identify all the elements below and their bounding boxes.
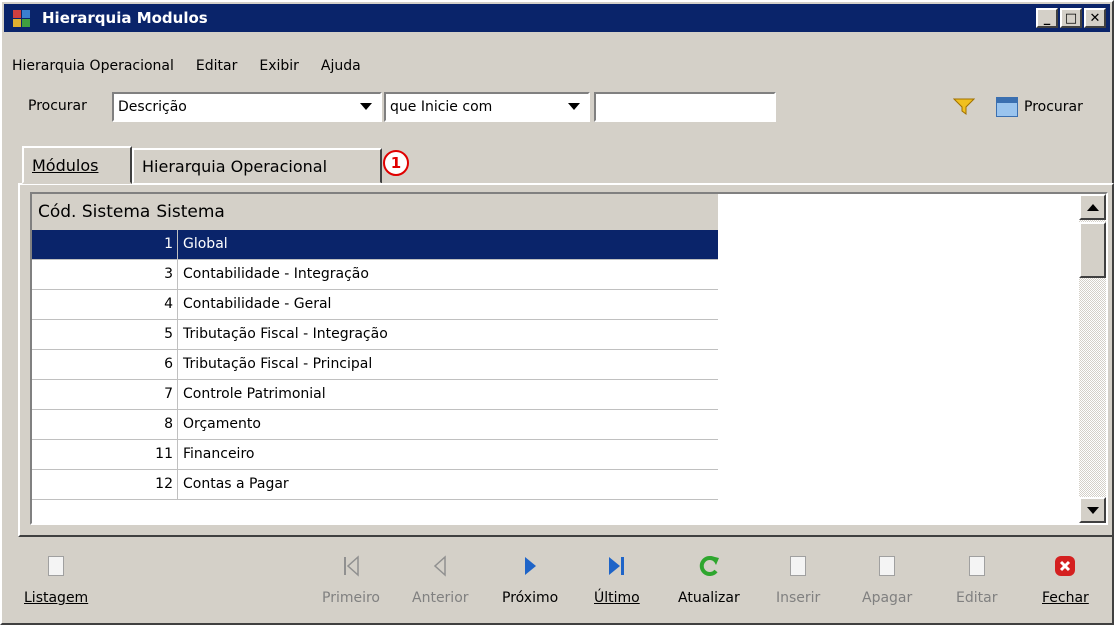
table-row[interactable]: 8 Orçamento xyxy=(32,410,718,440)
ultimo-button[interactable]: Último xyxy=(594,554,640,606)
cell-sistema: Contabilidade - Integração xyxy=(183,266,369,282)
window-title: Hierarquia Modulos xyxy=(42,9,208,27)
last-record-icon xyxy=(608,557,624,575)
scroll-thumb[interactable] xyxy=(1079,222,1106,278)
menu-hierarquia-operacional[interactable]: Hierarquia Operacional xyxy=(10,58,176,74)
apagar-label: Apagar xyxy=(862,590,913,606)
menu-exibir[interactable]: Exibir xyxy=(257,58,301,74)
atualizar-label: Atualizar xyxy=(678,590,740,606)
primeiro-button[interactable]: Primeiro xyxy=(322,554,380,606)
apagar-button[interactable]: Apagar xyxy=(862,554,912,606)
cell-codigo: 7 xyxy=(32,380,178,409)
close-icon xyxy=(1055,556,1076,576)
fechar-button[interactable]: Fechar xyxy=(1042,554,1089,606)
anterior-label: Anterior xyxy=(412,590,469,606)
tab-panel: Cód. Sistema Sistema 1 Global 3 Contabilida… xyxy=(18,183,1114,537)
menu-bar: Hierarquia Operacional Editar Exibir Aju… xyxy=(10,58,363,74)
title-bar[interactable]: Hierarquia Modulos _ □ ✕ xyxy=(4,4,1110,32)
document-icon xyxy=(48,556,65,576)
chevron-down-icon xyxy=(568,103,580,110)
search-window-icon xyxy=(996,97,1018,117)
search-field-value: Descrição xyxy=(118,99,187,115)
cell-codigo: 11 xyxy=(32,440,178,469)
table-row[interactable]: 1 Global xyxy=(32,230,718,260)
table-row[interactable]: 6 Tributação Fiscal - Principal xyxy=(32,350,718,380)
cell-sistema: Controle Patrimonial xyxy=(183,386,326,402)
table-row[interactable]: 7 Controle Patrimonial xyxy=(32,380,718,410)
annotation-badge: 1 xyxy=(383,150,409,176)
refresh-icon xyxy=(699,556,719,576)
cell-codigo: 4 xyxy=(32,290,178,319)
anterior-button[interactable]: Anterior xyxy=(412,554,469,606)
cell-sistema: Global xyxy=(183,236,228,252)
vertical-scrollbar[interactable] xyxy=(1079,194,1106,523)
grid-header: Cód. Sistema Sistema xyxy=(32,194,718,230)
listagem-button[interactable]: Listagem xyxy=(24,554,88,606)
table-row[interactable]: 12 Contas a Pagar xyxy=(32,470,718,500)
inserir-button[interactable]: Inserir xyxy=(776,554,820,606)
cell-codigo: 8 xyxy=(32,410,178,439)
editar-button[interactable]: Editar xyxy=(956,554,997,606)
search-condition-select[interactable]: que Inicie com xyxy=(384,92,590,122)
delete-document-icon xyxy=(879,556,896,576)
scroll-down-button[interactable] xyxy=(1079,497,1106,523)
cell-sistema: Tributação Fiscal - Principal xyxy=(183,356,373,372)
column-header-codigo[interactable]: Cód. Sistema xyxy=(32,202,150,222)
insert-document-icon xyxy=(790,556,807,576)
table-row[interactable]: 11 Financeiro xyxy=(32,440,718,470)
app-window: Hierarquia Modulos _ □ ✕ Hierarquia Oper… xyxy=(0,0,1114,625)
arrow-up-icon xyxy=(1086,203,1099,211)
ultimo-label: Último xyxy=(594,590,640,606)
search-button[interactable]: Procurar xyxy=(996,92,1083,122)
cell-sistema: Tributação Fiscal - Integração xyxy=(183,326,388,342)
cell-codigo: 12 xyxy=(32,470,178,499)
search-field-select[interactable]: Descrição xyxy=(112,92,382,122)
cell-sistema: Financeiro xyxy=(183,446,255,462)
inserir-label: Inserir xyxy=(776,590,821,606)
proximo-label: Próximo xyxy=(502,590,559,606)
minimize-button[interactable]: _ xyxy=(1036,8,1058,28)
proximo-button[interactable]: Próximo xyxy=(502,554,558,606)
tab-hierarquia-label: Hierarquia Operacional xyxy=(142,156,328,176)
cell-codigo: 5 xyxy=(32,320,178,349)
search-bar: Procurar Descrição que Inicie com Procur… xyxy=(28,92,1114,122)
search-condition-value: que Inicie com xyxy=(390,99,493,115)
table-row[interactable]: 5 Tributação Fiscal - Integração xyxy=(32,320,718,350)
listagem-label: Listagem xyxy=(24,590,89,606)
filter-icon[interactable] xyxy=(953,98,975,116)
tab-hierarquia-operacional[interactable]: Hierarquia Operacional xyxy=(132,148,382,184)
close-window-button[interactable]: ✕ xyxy=(1084,8,1106,28)
atualizar-button[interactable]: Atualizar xyxy=(678,554,740,606)
cell-sistema: Contas a Pagar xyxy=(183,476,289,492)
menu-editar[interactable]: Editar xyxy=(194,58,239,74)
chevron-down-icon xyxy=(360,103,372,110)
cell-codigo: 6 xyxy=(32,350,178,379)
first-record-icon xyxy=(344,555,359,577)
menu-ajuda[interactable]: Ajuda xyxy=(319,58,363,74)
table-row[interactable]: 4 Contabilidade - Geral xyxy=(32,290,718,320)
cell-sistema: Contabilidade - Geral xyxy=(183,296,332,312)
search-button-label: Procurar xyxy=(1024,99,1083,115)
next-record-icon xyxy=(525,557,537,575)
tab-modulos[interactable]: Módulos xyxy=(22,146,132,184)
column-header-sistema[interactable]: Sistema xyxy=(150,202,224,222)
arrow-down-icon xyxy=(1086,506,1099,514)
maximize-button[interactable]: □ xyxy=(1060,8,1082,28)
edit-document-icon xyxy=(968,556,985,576)
cell-codigo: 1 xyxy=(32,230,178,259)
previous-record-icon xyxy=(434,555,447,577)
modules-grid[interactable]: Cód. Sistema Sistema 1 Global 3 Contabilida… xyxy=(30,192,1108,525)
editar-label: Editar xyxy=(956,590,998,606)
search-label: Procurar xyxy=(28,98,87,114)
scroll-up-button[interactable] xyxy=(1079,194,1106,220)
bottom-toolbar: Listagem Primeiro Anterior Próximo Últim… xyxy=(2,554,1112,620)
primeiro-label: Primeiro xyxy=(322,590,380,606)
fechar-label: Fechar xyxy=(1042,590,1089,606)
cell-sistema: Orçamento xyxy=(183,416,261,432)
app-icon xyxy=(12,8,32,28)
tab-modulos-label: Módulos xyxy=(32,155,99,175)
search-input[interactable] xyxy=(594,92,776,122)
cell-codigo: 3 xyxy=(32,260,178,289)
table-row[interactable]: 3 Contabilidade - Integração xyxy=(32,260,718,290)
